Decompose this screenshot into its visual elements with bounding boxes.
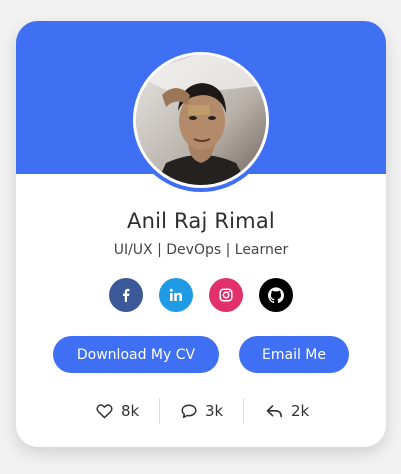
email-me-button[interactable]: Email Me [239, 336, 349, 373]
comments-count: 3k [205, 402, 224, 420]
heart-icon [96, 403, 113, 418]
profile-name: Anil Raj Rimal [127, 209, 275, 233]
avatar [129, 48, 273, 192]
download-cv-label: Download My CV [76, 346, 196, 363]
stats-bar: 8k 3k 2k [16, 398, 386, 424]
shares-stat[interactable]: 2k [266, 398, 309, 424]
linkedin-icon [169, 288, 182, 301]
social-links [16, 278, 386, 312]
facebook-icon [123, 288, 130, 302]
download-cv-button[interactable]: Download My CV [53, 336, 219, 373]
stat-divider [243, 398, 244, 424]
comment-icon [181, 403, 197, 418]
profile-card: Anil Raj Rimal UI/UX | DevOps | Learner [16, 21, 386, 447]
reply-icon [266, 404, 282, 417]
email-me-label: Email Me [262, 346, 326, 363]
avatar-photo [136, 55, 266, 185]
profile-tagline: UI/UX | DevOps | Learner [113, 242, 289, 258]
likes-count: 8k [121, 402, 140, 420]
avatar-image [136, 55, 266, 185]
linkedin-link[interactable] [159, 278, 193, 312]
github-icon [268, 287, 284, 303]
instagram-icon [219, 288, 233, 302]
github-link[interactable] [259, 278, 293, 312]
facebook-link[interactable] [109, 278, 143, 312]
comments-stat[interactable]: 3k [181, 398, 223, 424]
stat-divider [159, 398, 160, 424]
instagram-link[interactable] [209, 278, 243, 312]
likes-stat[interactable]: 8k [96, 398, 139, 424]
shares-count: 2k [291, 402, 310, 420]
